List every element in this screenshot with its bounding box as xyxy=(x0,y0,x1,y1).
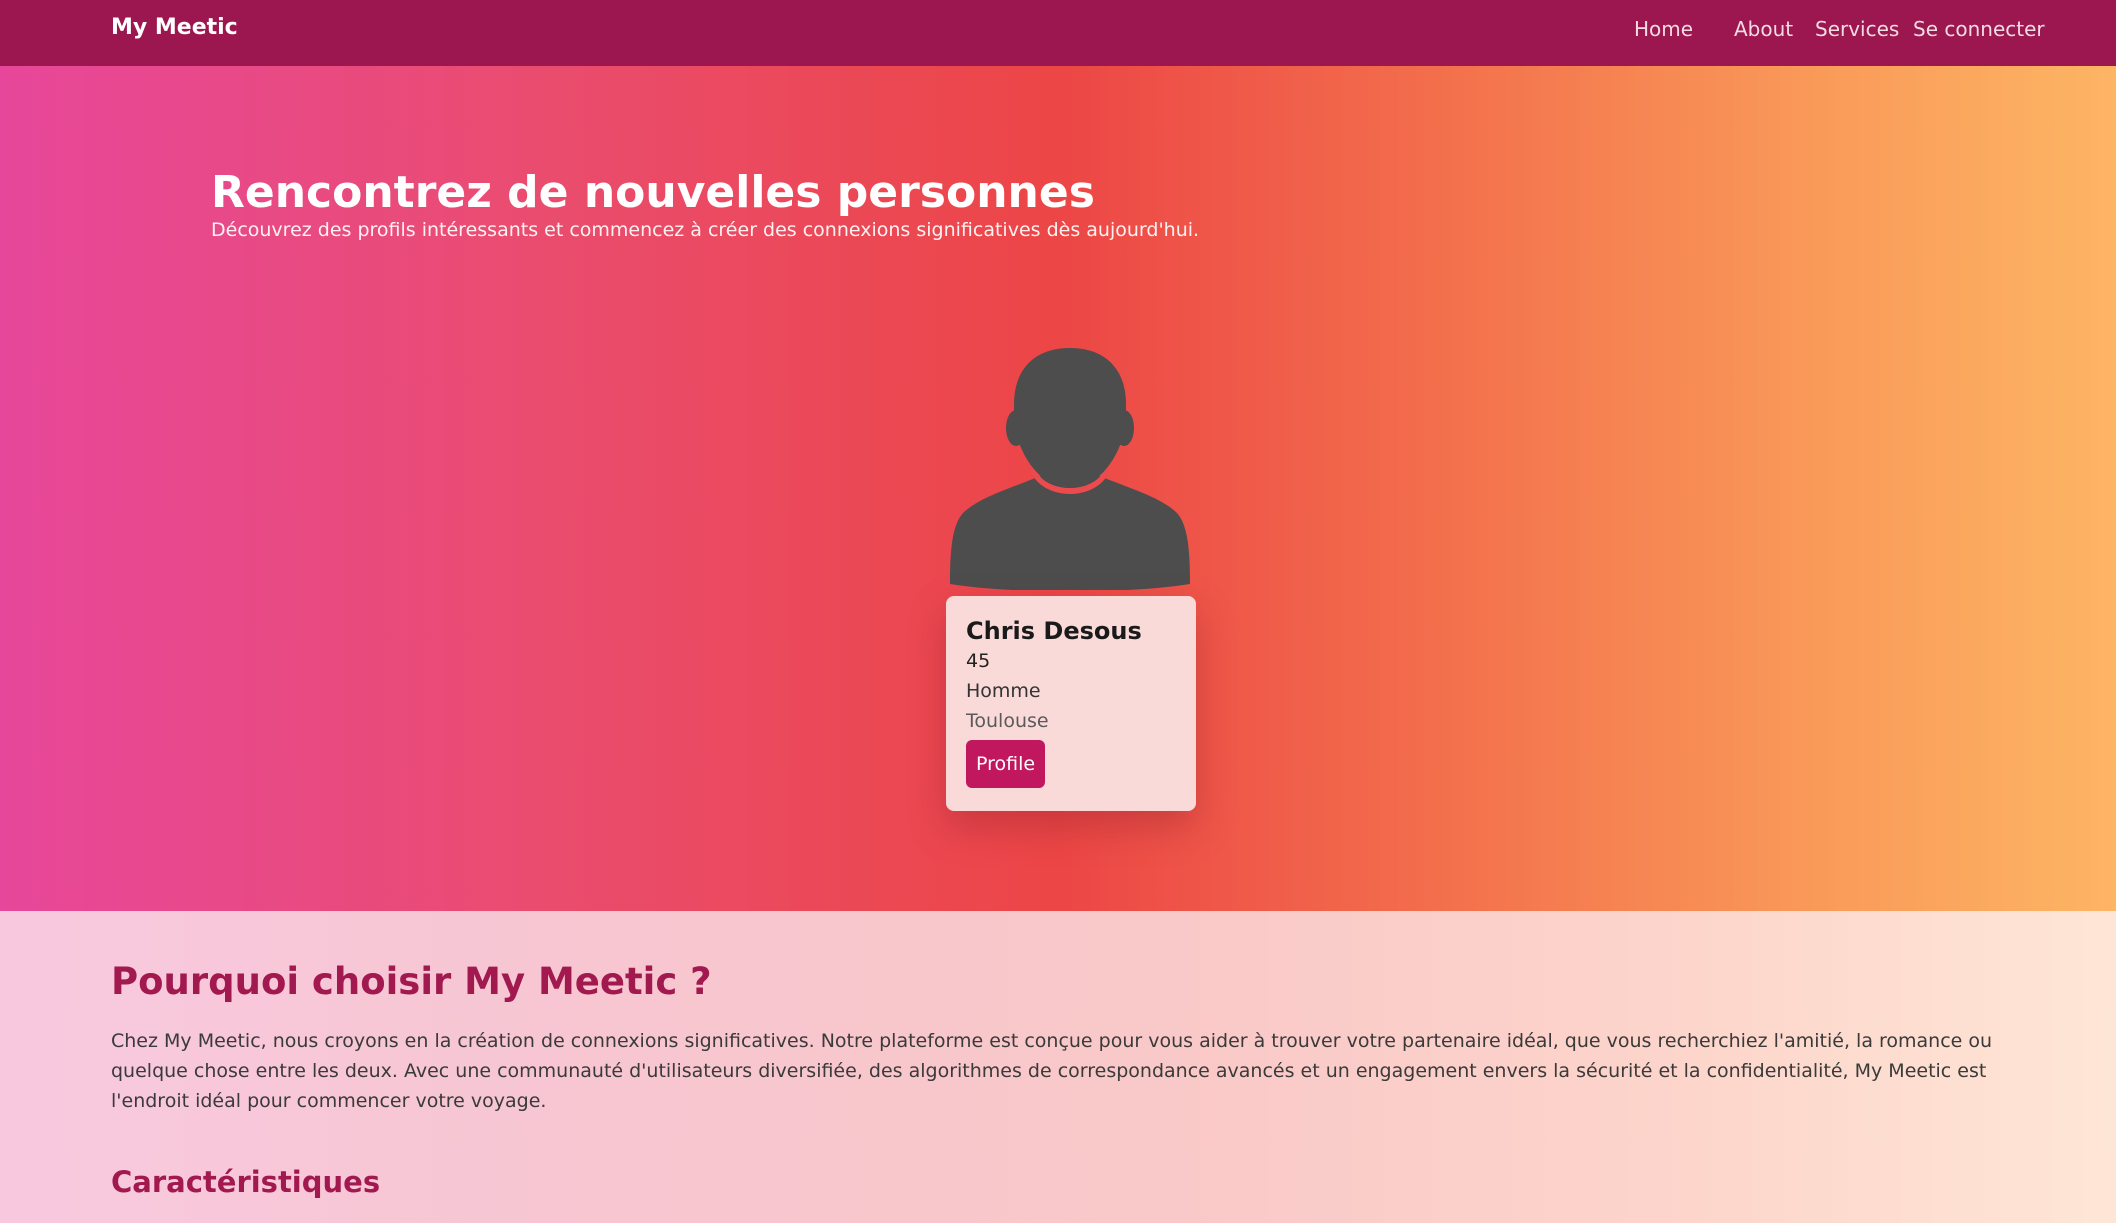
view-profile-button[interactable]: Profile xyxy=(966,740,1046,788)
brand-logo-link[interactable]: My Meetic xyxy=(111,14,238,42)
why-choose-section: Pourquoi choisir My Meetic ? Chez My Mee… xyxy=(0,911,2116,1223)
nav-link-home[interactable]: Home xyxy=(1634,15,1693,43)
hero-title: Rencontrez de nouvelles personnes xyxy=(211,167,1095,218)
nav-link-services[interactable]: Services xyxy=(1815,15,1899,43)
why-section-title: Pourquoi choisir My Meetic ? xyxy=(111,960,712,1003)
why-section-text: Chez My Meetic, nous croyons en la créat… xyxy=(111,1030,1993,1112)
profile-age: 45 xyxy=(966,650,991,672)
profile-gender: Homme xyxy=(966,680,1041,702)
features-title: Caractéristiques xyxy=(111,1165,381,1199)
hero-subtitle: Découvrez des profils intéressants et co… xyxy=(211,219,1200,241)
profile-city: Toulouse xyxy=(966,710,1049,732)
nav-link-about[interactable]: About xyxy=(1734,15,1793,43)
profile-name: Chris Desous xyxy=(966,617,1142,645)
user-silhouette-icon xyxy=(948,348,1192,590)
profile-card: Chris Desous 45 Homme Toulouse Profile xyxy=(946,596,1196,811)
hero-section: Rencontrez de nouvelles personnes Découv… xyxy=(0,66,2116,911)
nav-link-login[interactable]: Se connecter xyxy=(1913,15,2045,43)
top-navbar: My Meetic Home About Services Se connect… xyxy=(0,0,2116,66)
